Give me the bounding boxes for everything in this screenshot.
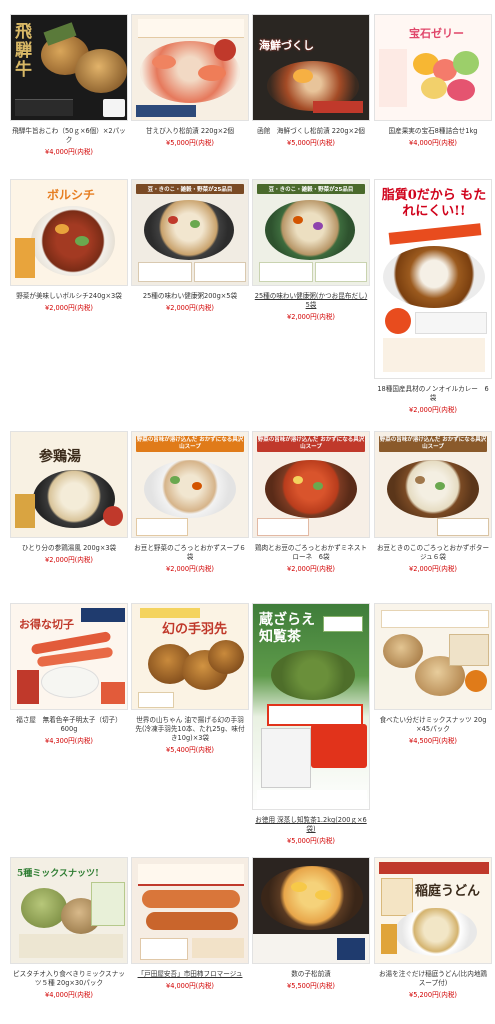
product-price: ¥4,000円(内税) [409, 139, 457, 147]
product-price: ¥5,000円(内税) [166, 139, 214, 147]
product-price: ¥2,000円(内税) [45, 304, 93, 312]
product-card[interactable]: 野菜の旨味が溶け込んだ おかずになる具沢山スープ 鶏肉とお豆のごろっとおかずミネ… [252, 431, 370, 574]
product-price: ¥5,500円(内税) [287, 982, 335, 990]
product-name[interactable]: ピスタチオ入り食べきりミックスナッツ５種 20g×30パック [10, 970, 128, 988]
product-image-title: 稲庭うどん [415, 884, 481, 899]
product-card[interactable]: 数の子松前漬 ¥5,500円(内税) [252, 857, 370, 991]
product-card[interactable]: 脂質0だから もたれにくい!! 18種国産具材のノンオイルカレー 6袋 ¥2,0… [374, 179, 492, 415]
product-name[interactable]: お豆ときのこのごろっとおかずポタージュ６袋 [374, 544, 492, 562]
product-image[interactable]: 宝石ゼリー [374, 14, 492, 121]
product-card[interactable]: 参鶏湯 ひとり分の参鶏湯風 200g×3袋 ¥2,000円(内税) [10, 431, 128, 565]
product-image-title: 豆・きのこ・雑穀・野菜が25品目 [257, 184, 365, 194]
product-image-title: 参鶏湯 [39, 449, 81, 465]
product-image-title: 蔵ざらえ 知覧茶 [259, 612, 315, 645]
product-name[interactable]: 「戸田屋安吾」市田柿フロマージュ [131, 970, 249, 979]
product-name[interactable]: 函館 海鮮づくし松前漬 220g×2個 [252, 127, 370, 136]
product-price: ¥4,000円(内税) [45, 991, 93, 999]
product-name[interactable]: 18種国産具材のノンオイルカレー 6袋 [374, 385, 492, 403]
product-image-title: 海鮮づくし [259, 39, 314, 52]
product-price: ¥5,000円(内税) [287, 837, 335, 845]
product-name[interactable]: 世界の山ちゃん 油で揚げる幻の手羽先(冷凍手羽先10本、たれ25g、味付き10g… [131, 716, 249, 743]
product-name[interactable]: お徳用 深蒸し知覧茶1.2kg(200ｇ×6袋) [252, 816, 370, 834]
product-grid: 飛騨牛 飛騨牛旨おこわ（50ｇ×6個）×2パック ¥4,000円(内税) 甘えび… [0, 0, 495, 1024]
product-price: ¥4,000円(内税) [45, 148, 93, 156]
product-price: ¥2,000円(内税) [409, 565, 457, 573]
product-image[interactable]: 野菜の旨味が溶け込んだ おかずになる具沢山スープ [131, 431, 249, 538]
product-image[interactable]: 野菜の旨味が溶け込んだ おかずになる具沢山スープ [252, 431, 370, 538]
product-name[interactable]: 鶏肉とお豆のごろっとおかずミネストローネ 6袋 [252, 544, 370, 562]
product-card[interactable]: 海鮮づくし 函館 海鮮づくし松前漬 220g×2個 ¥5,000円(内税) [252, 14, 370, 148]
product-image[interactable]: 豆・きのこ・雑穀・野菜が25品目 [131, 179, 249, 286]
product-name[interactable]: お豆と野菜のごろっとおかずスープ６袋 [131, 544, 249, 562]
product-card[interactable]: 甘えび入り松前漬 220g×2個 ¥5,000円(内税) [131, 14, 249, 148]
product-card[interactable]: ボルシチ 野菜が美味しいボルシチ240g×3袋 ¥2,000円(内税) [10, 179, 128, 313]
product-image[interactable] [252, 857, 370, 964]
product-name[interactable]: 食べたい分だけミックスナッツ 20g ×45パック [374, 716, 492, 734]
product-price: ¥2,000円(内税) [287, 565, 335, 573]
product-name[interactable]: 甘えび入り松前漬 220g×2個 [131, 127, 249, 136]
product-image-title: 5種ミックスナッツ! [17, 869, 99, 879]
product-price: ¥2,000円(内税) [166, 565, 214, 573]
product-card[interactable]: 豆・きのこ・雑穀・野菜が25品目 25種の味わい健康粥200g×5袋 ¥2,00… [131, 179, 249, 313]
product-image[interactable]: ボルシチ [10, 179, 128, 286]
product-image-title: 野菜の旨味が溶け込んだ おかずになる具沢山スープ [136, 436, 244, 452]
product-image[interactable] [374, 603, 492, 710]
product-image[interactable]: 脂質0だから もたれにくい!! [374, 179, 492, 379]
product-name[interactable]: 国産果実の宝石8種詰合せ1kg [374, 127, 492, 136]
product-price: ¥4,000円(内税) [166, 982, 214, 990]
product-name[interactable]: 数の子松前漬 [252, 970, 370, 979]
product-card[interactable]: 稲庭うどん お湯を注ぐだけ稲庭うどん(比内地鶏スープ付) ¥5,200円(内税) [374, 857, 492, 1000]
product-image-title: ボルシチ [47, 188, 96, 202]
product-image[interactable]: 海鮮づくし [252, 14, 370, 121]
product-image[interactable]: 豆・きのこ・雑穀・野菜が25品目 [252, 179, 370, 286]
product-image[interactable]: 5種ミックスナッツ! [10, 857, 128, 964]
product-price: ¥5,200円(内税) [409, 991, 457, 999]
product-card[interactable]: 野菜の旨味が溶け込んだ おかずになる具沢山スープ お豆ときのこのごろっとおかずポ… [374, 431, 492, 574]
product-name[interactable]: 野菜が美味しいボルシチ240g×3袋 [10, 292, 128, 301]
product-card[interactable]: お得な切子 福さ屋 無着色辛子明太子（切子）600g ¥4,300円(内税) [10, 603, 128, 746]
product-price: ¥2,000円(内税) [287, 313, 335, 321]
product-image-title: 宝石ゼリー [409, 27, 464, 40]
product-price: ¥5,400円(内税) [166, 746, 214, 754]
product-name[interactable]: 25種の味わい健康粥(かつお昆布だし) 5袋 [252, 292, 370, 310]
product-card[interactable]: 「戸田屋安吾」市田柿フロマージュ ¥4,000円(内税) [131, 857, 249, 991]
product-price: ¥2,000円(内税) [45, 556, 93, 564]
product-image[interactable]: 幻の手羽先 [131, 603, 249, 710]
product-image[interactable] [131, 14, 249, 121]
product-name[interactable]: お湯を注ぐだけ稲庭うどん(比内地鶏スープ付) [374, 970, 492, 988]
product-image-title: 飛騨牛 [15, 22, 32, 80]
product-price: ¥2,000円(内税) [166, 304, 214, 312]
product-price: ¥5,000円(内税) [287, 139, 335, 147]
product-image[interactable] [131, 857, 249, 964]
product-image-title: 幻の手羽先 [162, 622, 228, 637]
product-price: ¥2,000円(内税) [409, 406, 457, 414]
product-card[interactable]: 宝石ゼリー 国産果実の宝石8種詰合せ1kg ¥4,000円(内税) [374, 14, 492, 148]
product-card[interactable]: 飛騨牛 飛騨牛旨おこわ（50ｇ×6個）×2パック ¥4,000円(内税) [10, 14, 128, 157]
product-image[interactable]: 稲庭うどん [374, 857, 492, 964]
product-card[interactable]: 5種ミックスナッツ! ピスタチオ入り食べきりミックスナッツ５種 20g×30パッ… [10, 857, 128, 1000]
product-card[interactable]: 食べたい分だけミックスナッツ 20g ×45パック ¥4,500円(内税) [374, 603, 492, 746]
product-name[interactable]: ひとり分の参鶏湯風 200g×3袋 [10, 544, 128, 553]
product-price: ¥4,500円(内税) [409, 737, 457, 745]
product-image-title: 豆・きのこ・雑穀・野菜が25品目 [136, 184, 244, 194]
product-card[interactable]: 豆・きのこ・雑穀・野菜が25品目 25種の味わい健康粥(かつお昆布だし) 5袋 … [252, 179, 370, 322]
product-image[interactable]: 飛騨牛 [10, 14, 128, 121]
product-card[interactable]: 幻の手羽先 世界の山ちゃん 油で揚げる幻の手羽先(冷凍手羽先10本、たれ25g、… [131, 603, 249, 755]
product-image-title: 脂質0だから もたれにくい!! [381, 188, 487, 219]
product-name[interactable]: 福さ屋 無着色辛子明太子（切子）600g [10, 716, 128, 734]
product-image[interactable]: 野菜の旨味が溶け込んだ おかずになる具沢山スープ [374, 431, 492, 538]
product-image[interactable]: 蔵ざらえ 知覧茶 [252, 603, 370, 810]
product-name[interactable]: 飛騨牛旨おこわ（50ｇ×6個）×2パック [10, 127, 128, 145]
product-card[interactable]: 野菜の旨味が溶け込んだ おかずになる具沢山スープ お豆と野菜のごろっとおかずスー… [131, 431, 249, 574]
product-image-title: 野菜の旨味が溶け込んだ おかずになる具沢山スープ [379, 436, 487, 452]
product-card[interactable]: 蔵ざらえ 知覧茶 お徳用 深蒸し知覧茶1.2kg(200ｇ×6袋) ¥5,000… [252, 603, 370, 846]
product-name[interactable]: 25種の味わい健康粥200g×5袋 [131, 292, 249, 301]
product-image-title: 野菜の旨味が溶け込んだ おかずになる具沢山スープ [257, 436, 365, 452]
product-price: ¥4,300円(内税) [45, 737, 93, 745]
product-image[interactable]: 参鶏湯 [10, 431, 128, 538]
product-image[interactable]: お得な切子 [10, 603, 128, 710]
